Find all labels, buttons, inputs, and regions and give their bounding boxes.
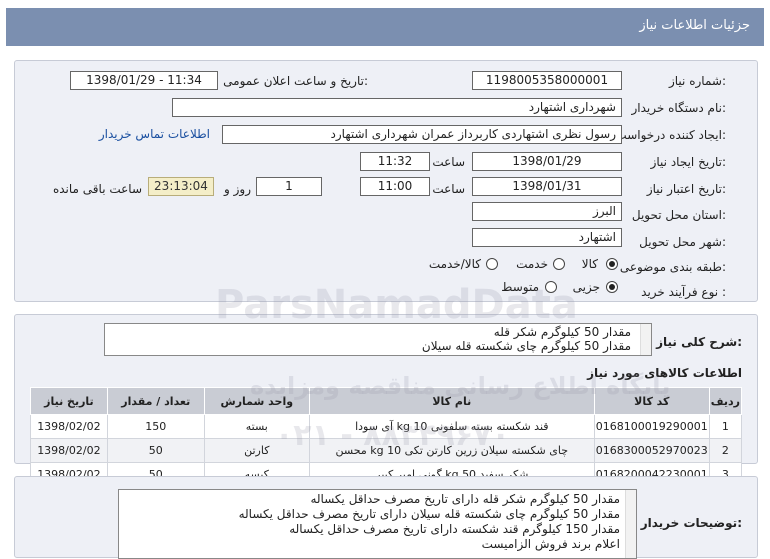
created-date-field[interactable]: 1398/01/29	[472, 152, 622, 171]
province-field[interactable]: البرز	[472, 202, 622, 221]
category-goods-label: کالا	[581, 257, 598, 271]
remaining-label: ساعت باقی مانده	[52, 182, 142, 196]
summary-line-2: مقدار 50 کیلوگرم چای شکسته قله سیلان	[421, 339, 631, 353]
buyer-org-label: نام دستگاه خریدار:	[631, 101, 727, 115]
cell-quantity: 50	[106, 438, 205, 463]
cell-quantity: 150	[106, 414, 205, 439]
cell-date: 1398/02/02	[30, 414, 108, 439]
category-goods-service-label: کالا/خدمت	[428, 257, 481, 271]
buyer-org-field[interactable]: شهرداری اشتهارد	[172, 98, 622, 117]
valid-date-label: تاریخ اعتبار نیاز:	[646, 182, 726, 196]
buyer-notes-scrollbar[interactable]	[625, 490, 636, 558]
process-radio-medium[interactable]	[545, 281, 557, 293]
goods-section-title: اطلاعات کالاهای مورد نیاز	[587, 366, 742, 380]
process-radio-minor[interactable]	[606, 281, 618, 293]
col-name: نام کالا	[308, 387, 595, 415]
summary-textarea[interactable]: مقدار 50 کیلوگرم شکر قله مقدار 50 کیلوگر…	[104, 323, 652, 356]
col-row: ردیف	[708, 387, 743, 415]
announce-field[interactable]: 1398/01/29 - 11:34	[70, 71, 218, 90]
buyer-notes-line-1: مقدار 50 کیلوگرم شکر قله دارای تاریخ مصر…	[310, 492, 620, 506]
goods-table: ردیف کد کالا نام کالا واحد شمارش تعداد /…	[30, 387, 743, 487]
summary-line-1: مقدار 50 کیلوگرم شکر قله	[493, 325, 631, 339]
category-radio-goods[interactable]	[606, 258, 618, 270]
cell-name: چای شکسته سیلان زرین کارتن تکی 10 kg محس…	[308, 438, 595, 463]
category-radio-goods-service[interactable]	[486, 258, 498, 270]
process-minor-label: جزیی	[572, 280, 600, 294]
col-code: کد کالا	[593, 387, 710, 415]
cell-unit: کارتن	[203, 438, 310, 463]
created-time-label: ساعت	[432, 155, 465, 169]
cell-code: 0168100019290001	[593, 414, 710, 439]
buyer-notes-label: توضیحات خریدار:	[640, 516, 742, 530]
created-time-field[interactable]: 11:32	[360, 152, 430, 171]
col-unit: واحد شمارش	[203, 387, 310, 415]
creator-label: ایجاد کننده درخواست:	[615, 128, 726, 142]
cell-row: 1	[708, 414, 743, 439]
province-label: استان محل تحویل:	[631, 208, 726, 222]
goods-table-header: ردیف کد کالا نام کالا واحد شمارش تعداد /…	[30, 387, 743, 415]
days-field[interactable]: 1	[256, 177, 322, 196]
valid-time-label: ساعت	[432, 182, 465, 196]
city-field[interactable]: اشتهارد	[472, 228, 622, 247]
cell-name: قند شکسته بسته سلفونی 10 kg آی سودا	[308, 414, 595, 439]
summary-scrollbar[interactable]	[640, 324, 651, 355]
col-date: تاریخ نیاز	[30, 387, 108, 415]
need-number-label: شماره نیاز:	[668, 74, 726, 88]
contact-buyer-link[interactable]: اطلاعات تماس خریدار	[99, 127, 210, 141]
city-label: شهر محل تحویل:	[639, 235, 726, 249]
col-quantity: تعداد / مقدار	[106, 387, 205, 415]
cell-unit: بسته	[203, 414, 310, 439]
announce-label: تاریخ و ساعت اعلان عمومی:	[223, 74, 368, 88]
table-row[interactable]: 2 0168300052970023 چای شکسته سیلان زرین …	[30, 438, 743, 463]
category-label: طبقه بندی موضوعی:	[619, 260, 726, 274]
valid-time-field[interactable]: 11:00	[360, 177, 430, 196]
buyer-notes-line-4: اعلام برند فروش الزامیست	[481, 537, 620, 551]
process-medium-label: متوسط	[501, 280, 539, 294]
need-number-field[interactable]: 1198005358000001	[472, 71, 622, 90]
buyer-notes-line-3: مقدار 150 کیلوگرم قند شکسته دارای تاریخ …	[289, 522, 620, 536]
process-label: نوع فرآیند خرید :	[641, 285, 726, 299]
days-label: روز و	[224, 182, 251, 196]
table-row[interactable]: 1 0168100019290001 قند شکسته بسته سلفونی…	[30, 414, 743, 439]
buyer-notes-textarea[interactable]: مقدار 50 کیلوگرم شکر قله دارای تاریخ مصر…	[118, 489, 637, 559]
created-date-label: تاریخ ایجاد نیاز:	[650, 155, 726, 169]
creator-field[interactable]: رسول نظری اشتهاردی کاربرداز عمران شهردار…	[222, 125, 622, 144]
cell-date: 1398/02/02	[30, 438, 108, 463]
summary-label: شرح کلی نیاز:	[656, 335, 742, 349]
page-header: جزئیات اطلاعات نیاز	[6, 8, 764, 46]
remaining-time-field: 23:13:04	[148, 177, 214, 196]
cell-code: 0168300052970023	[593, 438, 710, 463]
buyer-notes-line-2: مقدار 50 کیلوگرم چای شکسته قله سیلان دار…	[238, 507, 620, 521]
category-service-label: خدمت	[516, 257, 548, 271]
category-radio-service[interactable]	[553, 258, 565, 270]
page-title: جزئیات اطلاعات نیاز	[639, 18, 750, 33]
valid-date-field[interactable]: 1398/01/31	[472, 177, 622, 196]
cell-row: 2	[708, 438, 743, 463]
